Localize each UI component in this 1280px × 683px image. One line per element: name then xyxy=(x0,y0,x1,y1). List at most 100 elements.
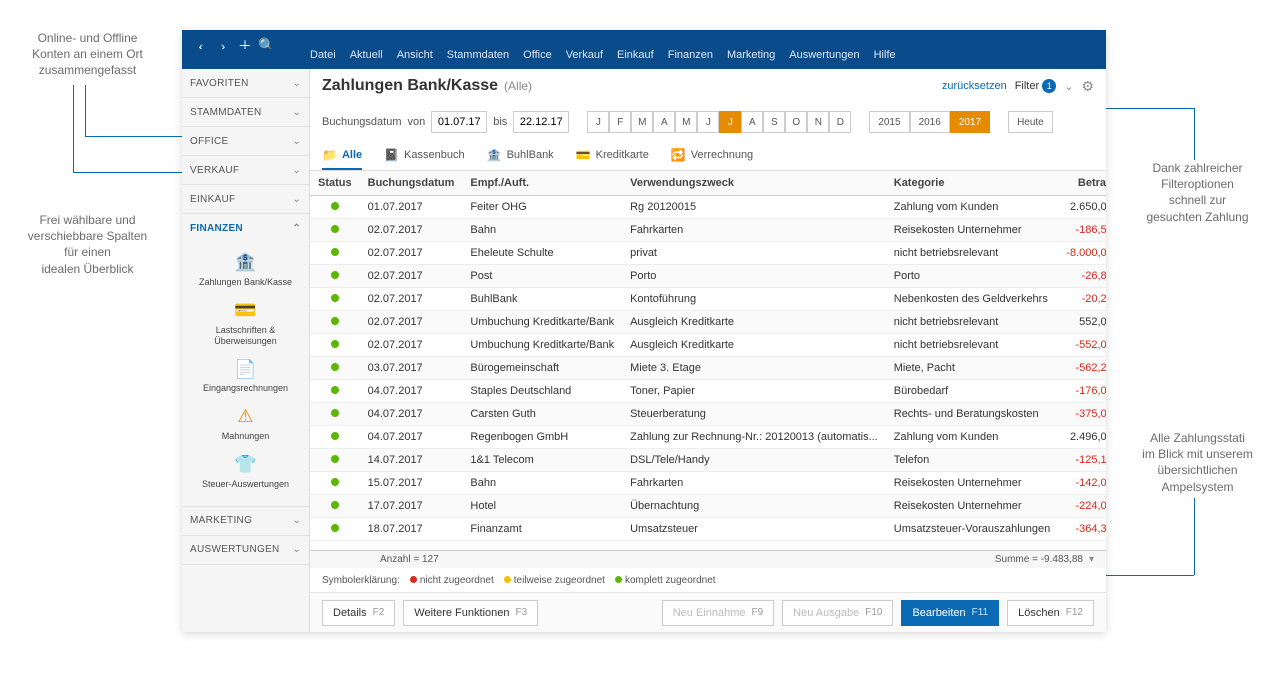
month-button-10[interactable]: N xyxy=(807,111,829,133)
more-functions-button[interactable]: Weitere FunktionenF3 xyxy=(403,600,538,626)
annotation-4: Alle Zahlungsstati im Blick mit unserem … xyxy=(1120,430,1275,495)
col-betrag[interactable]: Betrag xyxy=(1058,171,1106,196)
edit-button[interactable]: BearbeitenF11 xyxy=(901,600,999,626)
month-button-6[interactable]: J xyxy=(719,111,741,133)
col-empf[interactable]: Empf./Auft. xyxy=(462,171,622,196)
sidebar-stammdaten[interactable]: STAMMDATEN⌄ xyxy=(182,98,309,126)
filter-label[interactable]: Filter 1 xyxy=(1015,79,1057,93)
table-row[interactable]: 02.07.2017Eheleute Schulteprivatnicht be… xyxy=(310,242,1106,265)
col-zweck[interactable]: Verwendungszweck xyxy=(622,171,886,196)
gear-icon[interactable]: ⚙ xyxy=(1081,78,1094,95)
table-row[interactable]: 15.07.2017BahnFahrkartenReisekosten Unte… xyxy=(310,472,1106,495)
sidebar-item-lastschriften[interactable]: 💳Lastschriften & Überweisungen xyxy=(182,294,309,353)
date-from-input[interactable] xyxy=(431,111,487,133)
menu-datei[interactable]: Datei xyxy=(310,49,336,61)
sidebar-item-mahnungen[interactable]: ⚠Mahnungen xyxy=(182,400,309,448)
menu-verkauf[interactable]: Verkauf xyxy=(566,49,603,61)
chevron-down-icon: ⌄ xyxy=(292,515,301,526)
delete-button[interactable]: LöschenF12 xyxy=(1007,600,1094,626)
table-row[interactable]: 04.07.2017Staples DeutschlandToner, Papi… xyxy=(310,380,1106,403)
table-row[interactable]: 04.07.2017Carsten GuthSteuerberatungRech… xyxy=(310,403,1106,426)
month-button-8[interactable]: S xyxy=(763,111,785,133)
chevron-down-icon: ⌄ xyxy=(292,165,301,176)
sidebar-verkauf[interactable]: VERKAUF⌄ xyxy=(182,156,309,184)
table-scroll[interactable]: Status Buchungsdatum Empf./Auft. Verwend… xyxy=(310,171,1106,550)
page-title: Zahlungen Bank/Kasse xyxy=(322,77,498,95)
menu-auswertungen[interactable]: Auswertungen xyxy=(789,49,859,61)
month-button-3[interactable]: A xyxy=(653,111,675,133)
new-expense-button[interactable]: Neu AusgabeF10 xyxy=(782,600,893,626)
menubar: Datei Aktuell Ansicht Stammdaten Office … xyxy=(182,49,1106,69)
col-kategorie[interactable]: Kategorie xyxy=(886,171,1059,196)
sidebar-auswertungen[interactable]: AUSWERTUNGEN⌄ xyxy=(182,536,309,564)
dropdown-icon[interactable]: ▾ xyxy=(1089,554,1094,565)
annotation-3: Dank zahlreicher Filteroptionen schnell … xyxy=(1120,160,1275,225)
year-button-2015[interactable]: 2015 xyxy=(869,111,909,133)
menu-ansicht[interactable]: Ansicht xyxy=(397,49,433,61)
year-button-2017[interactable]: 2017 xyxy=(950,111,990,133)
date-to-input[interactable] xyxy=(513,111,569,133)
sidebar: FAVORITEN⌄ STAMMDATEN⌄ OFFICE⌄ VERKAUF⌄ … xyxy=(182,69,310,632)
new-income-button[interactable]: Neu EinnahmeF9 xyxy=(662,600,774,626)
month-button-0[interactable]: J xyxy=(587,111,609,133)
month-button-4[interactable]: M xyxy=(675,111,697,133)
annotation-1: Online- und Offline Konten an einem Ort … xyxy=(0,30,175,79)
sidebar-finanzen[interactable]: FINANZEN⌃ xyxy=(182,214,309,242)
table-row[interactable]: 14.07.20171&1 TelecomDSL/Tele/HandyTelef… xyxy=(310,449,1106,472)
tab-buhlbank[interactable]: 🏦BuhlBank xyxy=(487,141,554,170)
month-button-7[interactable]: A xyxy=(741,111,763,133)
menu-marketing[interactable]: Marketing xyxy=(727,49,775,61)
month-button-5[interactable]: J xyxy=(697,111,719,133)
table-row[interactable]: 04.07.2017Regenbogen GmbHZahlung zur Rec… xyxy=(310,426,1106,449)
menu-finanzen[interactable]: Finanzen xyxy=(668,49,713,61)
month-button-11[interactable]: D xyxy=(829,111,851,133)
chevron-up-icon: ⌃ xyxy=(292,223,301,234)
col-buchungsdatum[interactable]: Buchungsdatum xyxy=(360,171,463,196)
table-row[interactable]: 03.07.2017BürogemeinschaftMiete 3. Etage… xyxy=(310,357,1106,380)
table-row[interactable]: 02.07.2017BuhlBankKontoführungNebenkoste… xyxy=(310,288,1106,311)
tab-icon: 📓 xyxy=(384,148,399,162)
menu-hilfe[interactable]: Hilfe xyxy=(874,49,896,61)
month-button-2[interactable]: M xyxy=(631,111,653,133)
tab-alle[interactable]: 📁Alle xyxy=(322,141,362,170)
sidebar-item-steuer[interactable]: 👕Steuer-Auswertungen xyxy=(182,448,309,496)
chevron-down-icon[interactable]: ⌄ xyxy=(1064,80,1073,93)
details-button[interactable]: DetailsF2 xyxy=(322,600,395,626)
table-row[interactable]: 02.07.2017Umbuchung Kreditkarte/BankAusg… xyxy=(310,334,1106,357)
table-row[interactable]: 02.07.2017Umbuchung Kreditkarte/BankAusg… xyxy=(310,311,1106,334)
table-row[interactable]: 18.07.2017FinanzamtUmsatzsteuerUmsatzste… xyxy=(310,518,1106,541)
month-button-9[interactable]: O xyxy=(785,111,807,133)
menu-aktuell[interactable]: Aktuell xyxy=(350,49,383,61)
status-dot-icon xyxy=(331,524,339,532)
sidebar-favoriten[interactable]: FAVORITEN⌄ xyxy=(182,69,309,97)
today-button[interactable]: Heute xyxy=(1008,111,1053,133)
filter-field-label: Buchungsdatum xyxy=(322,116,402,128)
chevron-down-icon: ⌄ xyxy=(292,544,301,555)
table-row[interactable]: 17.07.2017HotelÜbernachtungReisekosten U… xyxy=(310,495,1106,518)
app-window: ‹ › ＋ 🔍 Datei Aktuell Ansicht Stammdaten… xyxy=(182,30,1106,632)
tab-kassenbuch[interactable]: 📓Kassenbuch xyxy=(384,141,465,170)
tab-kreditkarte[interactable]: 💳Kreditkarte xyxy=(576,141,649,170)
month-button-1[interactable]: F xyxy=(609,111,631,133)
legend-item: nicht zugeordnet xyxy=(410,575,494,586)
menu-stammdaten[interactable]: Stammdaten xyxy=(447,49,509,61)
sidebar-office[interactable]: OFFICE⌄ xyxy=(182,127,309,155)
status-dot-icon xyxy=(331,501,339,509)
sidebar-item-zahlungen[interactable]: 🏦Zahlungen Bank/Kasse xyxy=(182,246,309,294)
sidebar-einkauf[interactable]: EINKAUF⌄ xyxy=(182,185,309,213)
reset-link[interactable]: zurücksetzen xyxy=(942,80,1007,92)
col-status[interactable]: Status xyxy=(310,171,360,196)
table-row[interactable]: 01.07.2017Feiter OHGRg 20120015Zahlung v… xyxy=(310,196,1106,219)
year-button-2016[interactable]: 2016 xyxy=(910,111,950,133)
yellow-dot-icon xyxy=(504,576,511,583)
menu-einkauf[interactable]: Einkauf xyxy=(617,49,654,61)
status-dot-icon xyxy=(331,409,339,417)
filter-count-badge: 1 xyxy=(1042,79,1056,93)
sidebar-item-eingangsrechnungen[interactable]: 📄Eingangsrechnungen xyxy=(182,352,309,400)
table-row[interactable]: 02.07.2017PostPortoPorto-26,80 xyxy=(310,265,1106,288)
status-dot-icon xyxy=(331,225,339,233)
table-row[interactable]: 02.07.2017BahnFahrkartenReisekosten Unte… xyxy=(310,219,1106,242)
sidebar-marketing[interactable]: MARKETING⌄ xyxy=(182,507,309,535)
tab-verrechnung[interactable]: 🔁Verrechnung xyxy=(671,141,753,170)
menu-office[interactable]: Office xyxy=(523,49,552,61)
